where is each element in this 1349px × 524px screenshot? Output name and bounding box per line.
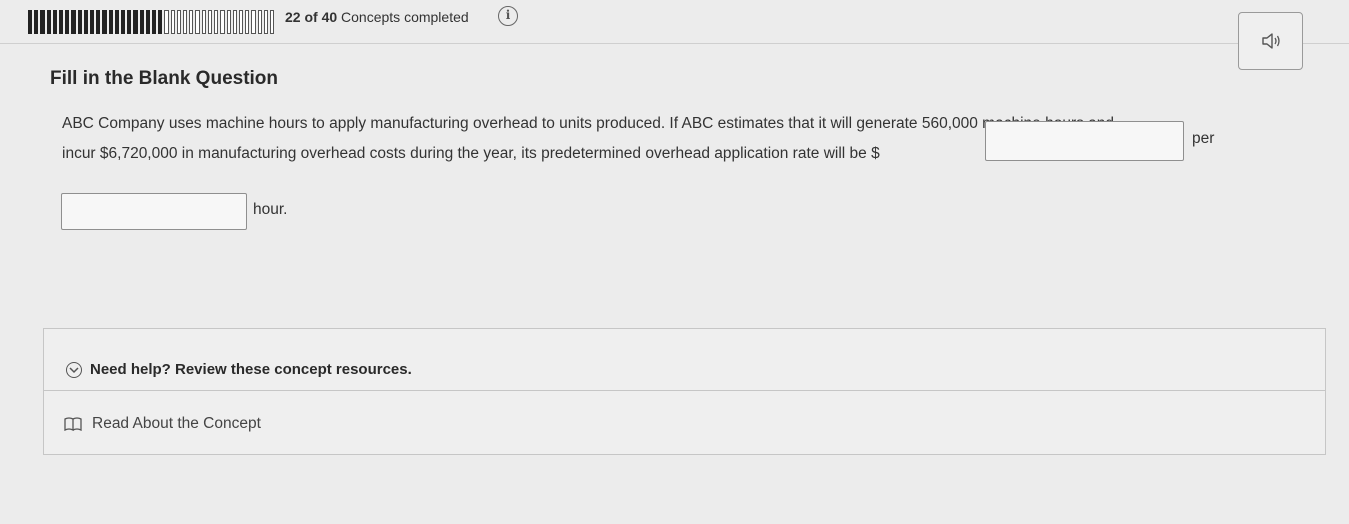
progress-segment-complete xyxy=(77,10,82,34)
progress-segment-complete xyxy=(65,10,70,34)
progress-count: 22 of 40 xyxy=(285,9,338,25)
hour-label: hour. xyxy=(253,201,288,218)
progress-segment-incomplete xyxy=(214,10,219,34)
progress-segment-incomplete xyxy=(269,10,275,34)
progress-segment-incomplete xyxy=(183,10,188,34)
progress-segment-complete xyxy=(139,10,144,34)
question-line-1: ABC Company uses machine hours to apply … xyxy=(62,115,1115,132)
audio-button[interactable] xyxy=(1238,12,1303,70)
progress-bar xyxy=(28,10,275,34)
progress-segment-complete xyxy=(40,10,45,34)
progress-segment-incomplete xyxy=(207,10,213,34)
info-icon[interactable]: i xyxy=(498,6,518,26)
progress-segment-incomplete xyxy=(170,10,175,34)
progress-segment-incomplete xyxy=(176,10,182,34)
rate-answer-input[interactable] xyxy=(985,121,1184,161)
progress-segment-complete xyxy=(133,10,138,34)
top-bar: 22 of 40 Concepts completed i xyxy=(0,0,1349,44)
progress-segment-complete xyxy=(52,10,58,34)
speaker-icon xyxy=(1261,33,1280,49)
progress-segment-complete xyxy=(102,10,107,34)
unit-answer-input[interactable] xyxy=(61,193,247,230)
question-type-title: Fill in the Blank Question xyxy=(50,68,279,89)
progress-segment-complete xyxy=(145,10,151,34)
progress-segment-incomplete xyxy=(263,10,268,34)
progress-segment-incomplete xyxy=(245,10,250,34)
chevron-down-icon xyxy=(66,362,82,378)
progress-segment-complete xyxy=(46,10,51,34)
progress-segment-complete xyxy=(34,10,39,34)
progress-segment-incomplete xyxy=(201,10,206,34)
per-label: per xyxy=(1192,130,1215,147)
progress-segment-complete xyxy=(114,10,120,34)
help-toggle[interactable]: Need help? Review these concept resource… xyxy=(44,329,1325,391)
help-title: Need help? Review these concept resource… xyxy=(90,361,412,378)
progress-text: 22 of 40 Concepts completed xyxy=(285,9,469,25)
progress-segment-complete xyxy=(71,10,76,34)
progress-segment-complete xyxy=(28,10,33,34)
progress-segment-incomplete xyxy=(189,10,194,34)
book-icon xyxy=(64,417,82,431)
progress-segment-complete xyxy=(96,10,101,34)
progress-segment-complete xyxy=(90,10,95,34)
progress-segment-complete xyxy=(59,10,64,34)
help-panel: Need help? Review these concept resource… xyxy=(43,328,1326,455)
question-line-2: incur $6,720,000 in manufacturing overhe… xyxy=(62,145,880,162)
progress-segment-complete xyxy=(83,10,89,34)
progress-segment-incomplete xyxy=(220,10,225,34)
progress-segment-incomplete xyxy=(164,10,169,34)
progress-segment-complete xyxy=(152,10,157,34)
progress-segment-incomplete xyxy=(251,10,256,34)
read-link-label: Read About the Concept xyxy=(92,415,261,432)
progress-segment-incomplete xyxy=(232,10,237,34)
progress-segment-incomplete xyxy=(195,10,200,34)
progress-segment-complete xyxy=(108,10,113,34)
progress-segment-incomplete xyxy=(226,10,231,34)
progress-segment-complete xyxy=(127,10,132,34)
progress-segment-complete xyxy=(158,10,163,34)
progress-segment-incomplete xyxy=(238,10,244,34)
progress-segment-complete xyxy=(121,10,126,34)
read-about-concept-link[interactable]: Read About the Concept xyxy=(64,415,261,433)
progress-segment-incomplete xyxy=(257,10,262,34)
progress-label: Concepts completed xyxy=(341,9,469,25)
